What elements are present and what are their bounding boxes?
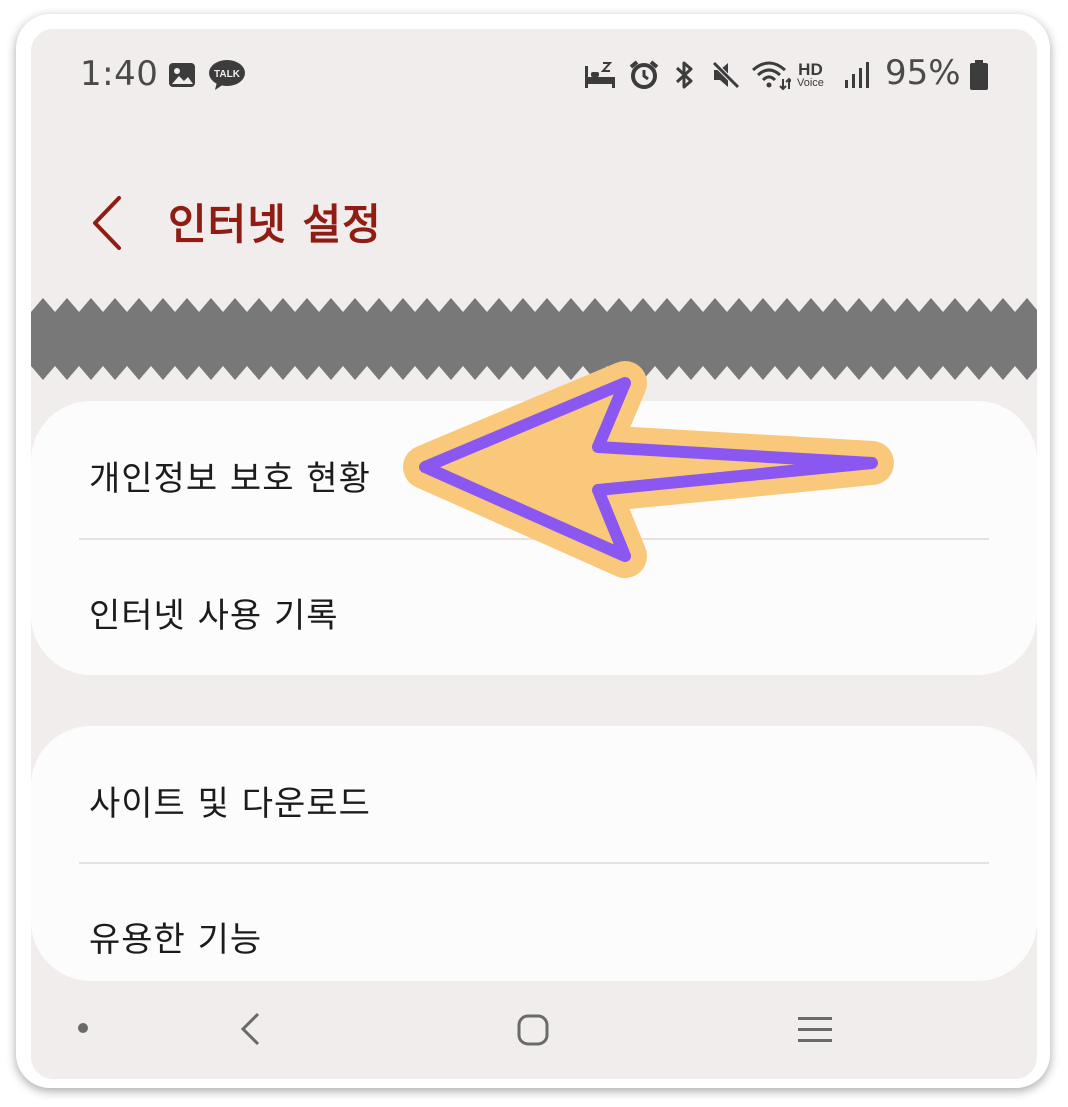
menu-item-sites-downloads[interactable]: 사이트 및 다운로드 [89, 776, 371, 825]
navigation-bar [31, 989, 1037, 1079]
voice-label: Voice [797, 77, 824, 89]
nav-recents-icon[interactable] [797, 1014, 833, 1046]
menu-item-privacy-status[interactable]: 개인정보 보호 현황 [89, 451, 371, 500]
bluetooth-icon [672, 59, 698, 91]
battery-icon [969, 59, 989, 91]
nav-home-icon[interactable] [516, 1013, 550, 1047]
kakaotalk-icon: TALK [207, 59, 247, 91]
gallery-icon [167, 59, 197, 91]
hd-voice-icon: HD Voice [797, 59, 824, 91]
divider [79, 862, 989, 864]
talk-label: TALK [214, 69, 241, 80]
status-clock: 1:40 [80, 54, 159, 94]
signal-icon [843, 59, 871, 91]
settings-card-privacy: 개인정보 보호 현황 인터넷 사용 기록 [31, 401, 1037, 675]
divider [79, 538, 989, 540]
mute-icon [710, 59, 742, 91]
settings-card-sites: 사이트 및 다운로드 유용한 기능 [31, 726, 1037, 981]
nav-dot-icon [77, 1022, 89, 1034]
nav-back-icon[interactable] [238, 1011, 262, 1047]
torn-edge-divider [31, 298, 1037, 380]
app-header: 인터넷 설정 [31, 179, 1037, 269]
phone-screen: 1:40 TALK HD Voice 95% 인터넷 설정 개인정보 보호 현황… [31, 29, 1037, 1079]
page-title: 인터넷 설정 [168, 200, 382, 249]
sleep-mode-icon [583, 59, 617, 91]
wifi-icon [751, 59, 791, 91]
hd-label: HD [798, 60, 823, 79]
alarm-icon [628, 59, 660, 91]
menu-item-useful-features[interactable]: 유용한 기능 [89, 912, 262, 961]
status-bar: 1:40 TALK HD Voice 95% [31, 29, 1037, 119]
menu-item-browsing-history[interactable]: 인터넷 사용 기록 [89, 588, 339, 637]
battery-percent: 95% [885, 53, 961, 93]
back-icon[interactable] [89, 194, 123, 256]
